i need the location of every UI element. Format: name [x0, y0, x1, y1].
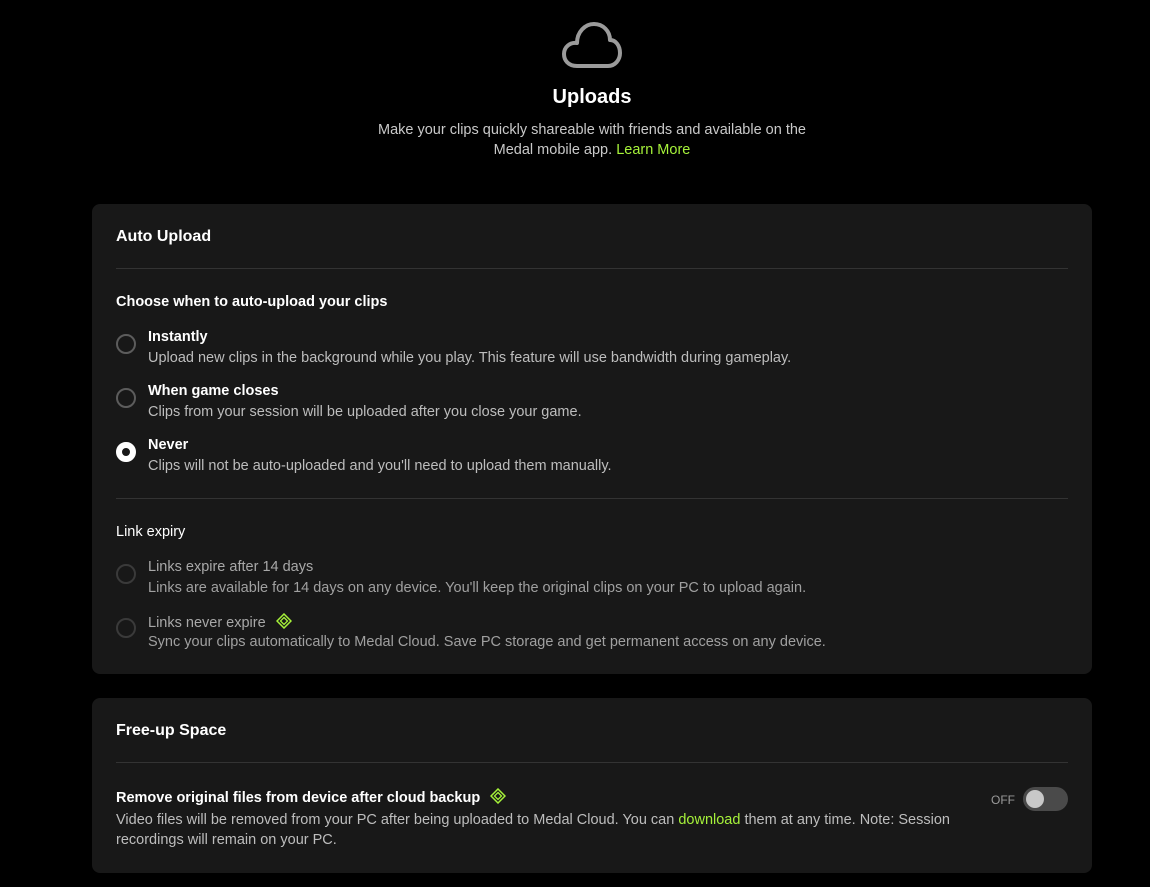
toggle-knob[interactable]	[1026, 790, 1044, 808]
option-description: Clips from your session will be uploaded…	[148, 404, 582, 420]
option-title: Never	[148, 437, 189, 453]
option-description: Links are available for 14 days on any d…	[148, 580, 807, 596]
auto-upload-title: Auto Upload	[116, 228, 212, 245]
page-title: Uploads	[552, 86, 632, 108]
download-link[interactable]: download	[678, 812, 740, 828]
radio-links-never-expire[interactable]	[116, 618, 136, 638]
premium-diamond-icon	[490, 788, 507, 804]
page-subtitle: Make your clips quickly shareable with f…	[360, 120, 824, 160]
toggle-state-label: OFF	[991, 793, 1015, 807]
option-never[interactable]: Never Clips will not be auto-uploaded an…	[116, 437, 1056, 481]
option-title: When game closes	[148, 383, 279, 399]
remove-originals-title: Remove original files from device after …	[116, 788, 507, 806]
option-links-expire-14-days[interactable]: Links expire after 14 days Links are ava…	[116, 559, 1056, 603]
free-up-space-card: Free-up Space Remove original files from…	[92, 698, 1092, 873]
cloud-icon	[562, 22, 622, 68]
divider	[116, 762, 1068, 763]
subtitle-text: Make your clips quickly shareable with f…	[378, 122, 806, 158]
premium-diamond-icon	[275, 613, 292, 629]
option-title: Links never expire	[148, 615, 266, 631]
learn-more-link[interactable]: Learn More	[616, 142, 690, 158]
option-description: Sync your clips automatically to Medal C…	[148, 634, 826, 650]
option-description: Clips will not be auto-uploaded and you'…	[148, 458, 612, 474]
remove-originals-label: Remove original files from device after …	[116, 790, 481, 806]
option-description: Upload new clips in the background while…	[148, 350, 792, 366]
radio-links-expire[interactable]	[116, 564, 136, 584]
option-when-game-closes[interactable]: When game closes Clips from your session…	[116, 383, 1056, 427]
desc-text-before: Video files will be removed from your PC…	[116, 812, 679, 828]
auto-upload-card: Auto Upload Choose when to auto-upload y…	[92, 204, 1092, 674]
free-up-space-title: Free-up Space	[116, 722, 227, 739]
link-expiry-label: Link expiry	[116, 524, 186, 540]
radio-instantly[interactable]	[116, 334, 136, 354]
option-title-with-icon: Links never expire	[148, 613, 292, 631]
option-instantly[interactable]: Instantly Upload new clips in the backgr…	[116, 329, 1056, 373]
radio-never-selected[interactable]	[116, 442, 136, 462]
choose-when-label: Choose when to auto-upload your clips	[116, 294, 388, 310]
remove-originals-toggle[interactable]	[1023, 787, 1068, 811]
radio-when-game-closes[interactable]	[116, 388, 136, 408]
remove-originals-description: Video files will be removed from your PC…	[116, 810, 986, 850]
divider	[116, 268, 1068, 269]
option-title: Links expire after 14 days	[148, 559, 314, 575]
option-title: Instantly	[148, 329, 208, 345]
uploads-settings-page: Uploads Make your clips quickly shareabl…	[0, 0, 1150, 887]
divider	[116, 498, 1068, 499]
option-links-never-expire[interactable]: Links never expire Sync your clips autom…	[116, 613, 1056, 657]
